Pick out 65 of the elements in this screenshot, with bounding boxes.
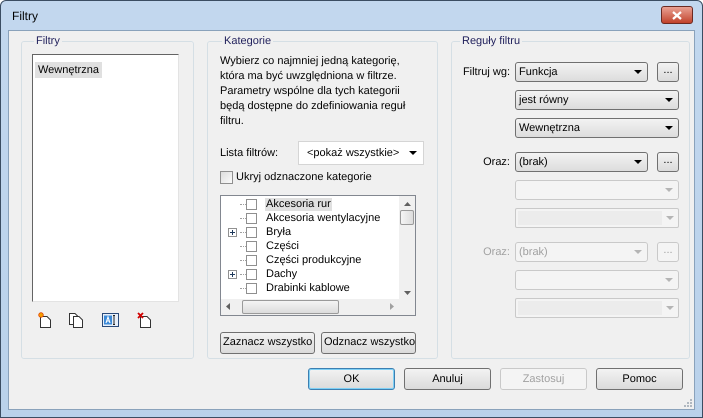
scroll-down-icon[interactable] (404, 290, 410, 294)
filter-list-item[interactable]: Wewnętrzna (35, 62, 102, 78)
tree-item[interactable]: Drabinki kablowe (265, 282, 351, 295)
scroll-thumb[interactable] (242, 300, 339, 314)
resize-grip-icon[interactable] (683, 398, 693, 408)
delete-page-icon[interactable] (137, 312, 153, 328)
scroll-up-icon[interactable] (404, 202, 410, 206)
browse-button[interactable]: ... (657, 62, 679, 82)
tree-item[interactable]: Bryła (265, 226, 292, 239)
dropdown-arrow-icon (665, 98, 673, 102)
dropdown-arrow-icon (634, 250, 642, 254)
dialog-button[interactable]: Pomoc (596, 368, 683, 390)
rule-label: Filtruj wg: (462, 64, 510, 80)
close-button[interactable] (661, 6, 693, 24)
tree-item[interactable]: Akcesoria rur (265, 198, 332, 211)
dialog-button[interactable]: Odznacz wszystko (321, 332, 416, 354)
close-icon (672, 10, 682, 20)
dropdown-arrow-icon (666, 306, 674, 310)
scroll-right-icon[interactable] (390, 303, 394, 310)
window-title: Filtry (12, 8, 38, 25)
dropdown-arrow-icon (634, 70, 642, 74)
dropdown[interactable]: Funkcja (515, 62, 648, 82)
dialog-button[interactable]: OK (308, 368, 395, 390)
tree-checkbox[interactable] (246, 255, 257, 266)
group-title: Kategorie (223, 34, 272, 48)
dropdown-arrow-icon (665, 278, 673, 282)
tree-checkbox[interactable] (246, 269, 257, 280)
checkbox-label: Ukryj odznaczone kategorie (236, 170, 372, 185)
filter-list-dropdown[interactable]: <pokaż wszystkie> (298, 141, 424, 165)
tree-item[interactable]: Dachy (265, 268, 298, 281)
group-title: Filtry (35, 34, 61, 48)
expand-icon[interactable] (228, 270, 237, 279)
rule-label: Oraz: (483, 244, 510, 260)
dialog-button[interactable]: Zaznacz wszystko (220, 332, 315, 354)
tree-item[interactable]: Akcesoria wentylacyjne (265, 212, 382, 225)
dropdown-arrow-icon (665, 126, 673, 130)
scroll-left-icon[interactable] (226, 303, 230, 310)
rule-label: Oraz: (483, 154, 510, 170)
tree-checkbox[interactable] (246, 227, 257, 238)
dropdown[interactable]: jest równy (515, 90, 679, 110)
dropdown-arrow-icon (409, 151, 417, 155)
tree-checkbox[interactable] (246, 199, 257, 210)
vertical-scrollbar[interactable] (399, 196, 415, 298)
tree-checkbox[interactable] (246, 283, 257, 294)
filter-list-label: Lista filtrów: (220, 146, 280, 161)
group-title: Reguły filtru (461, 34, 522, 48)
new-page-icon[interactable] (37, 312, 53, 328)
dropdown[interactable]: Wewnętrzna (515, 118, 679, 138)
checkbox[interactable] (220, 170, 233, 184)
copy-pages-icon[interactable] (68, 312, 84, 328)
rename-icon[interactable] (102, 313, 119, 327)
tree-item[interactable]: Części (265, 240, 300, 253)
expand-icon[interactable] (228, 228, 237, 237)
tree-checkbox[interactable] (246, 241, 257, 252)
dropdown-arrow-icon (666, 216, 674, 220)
tree-item[interactable]: Części produkcyjne (265, 254, 362, 267)
dropdown-arrow-icon (665, 188, 673, 192)
tree-checkbox[interactable] (246, 213, 257, 224)
dropdown-arrow-icon (634, 160, 642, 164)
horizontal-scrollbar[interactable] (221, 298, 399, 314)
dropdown[interactable]: (brak) (515, 152, 648, 172)
dialog-button[interactable]: Anuluj (404, 368, 491, 390)
category-description: Wybierz co najmniej jedną kategorię, która ma być uwzględniona w filtrze. Parametry wspólne dla tych kategorii będą dostępne do zdefiniowania reguł filtru. (220, 54, 406, 129)
scroll-thumb[interactable] (400, 210, 414, 224)
browse-button[interactable]: ... (657, 152, 679, 172)
